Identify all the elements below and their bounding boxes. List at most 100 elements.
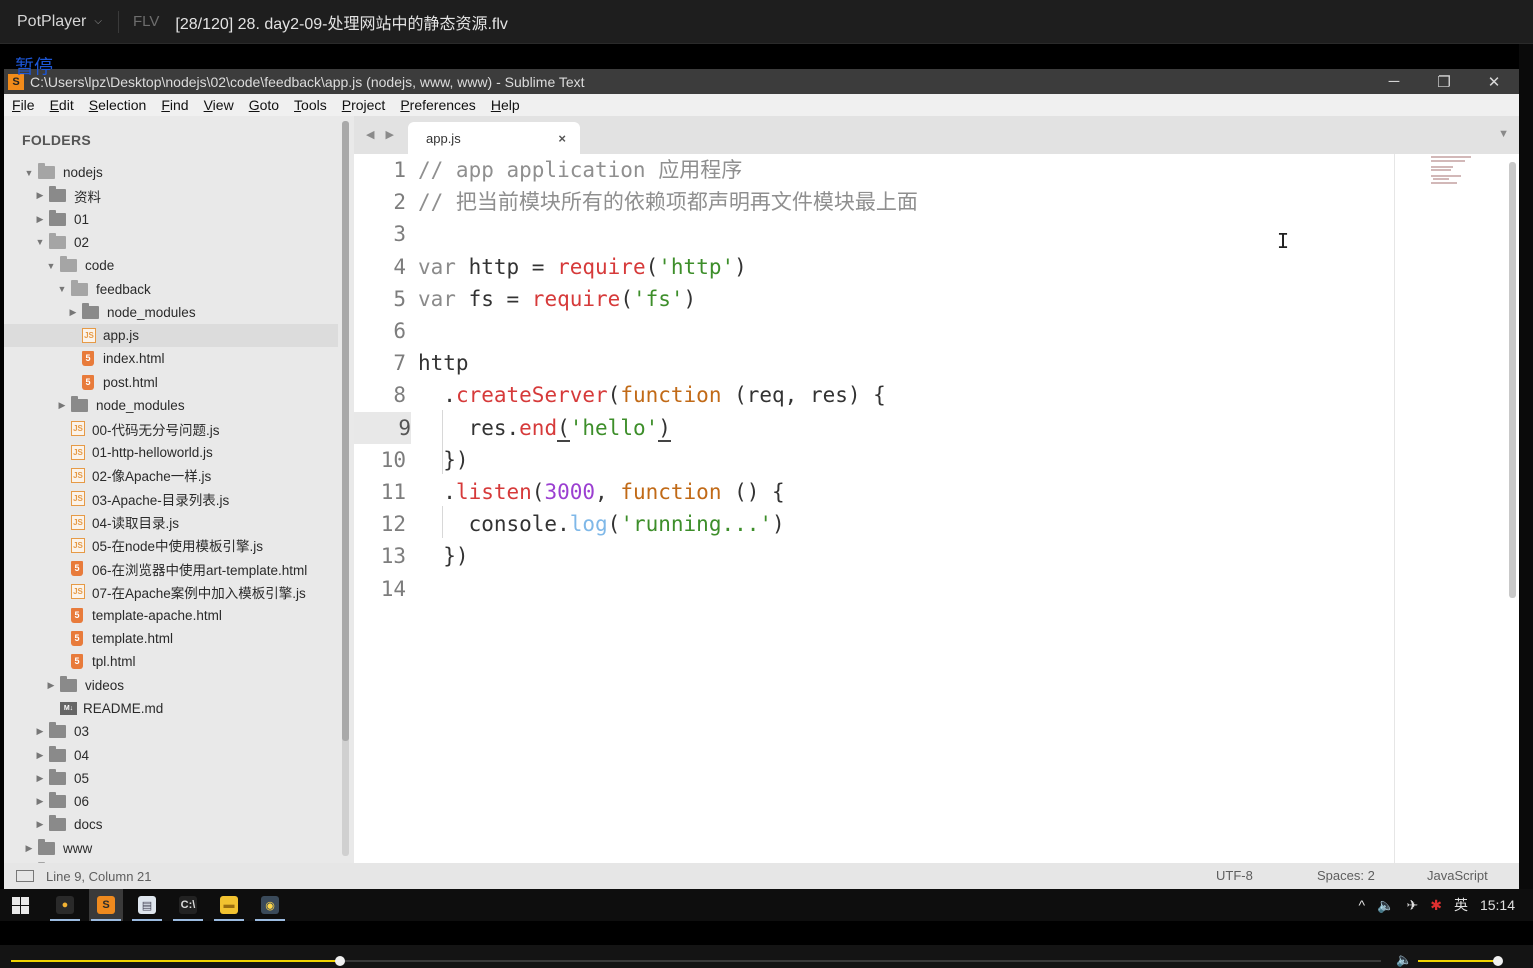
encoding-selector[interactable]: UTF-8 <box>1216 863 1253 889</box>
code-line[interactable]: res.end('hello') <box>418 412 671 444</box>
indentation-selector[interactable]: Spaces: 2 <box>1317 863 1375 889</box>
sidebar-file[interactable]: ▶506-在浏览器中使用art-template.html <box>4 557 338 580</box>
expand-down-icon[interactable]: ▼ <box>46 261 56 271</box>
sidebar-folder[interactable]: ▶ videos <box>4 674 338 697</box>
ime-indicator[interactable]: 英 <box>1454 895 1468 915</box>
sidebar-folder[interactable]: ▶ node_modules <box>4 394 338 417</box>
volume-icon[interactable]: 🔈 <box>1377 897 1394 914</box>
sidebar-folder[interactable]: ▼ nodejs <box>4 161 338 184</box>
sidebar-file[interactable]: ▶5template.html <box>4 627 338 650</box>
sidebar-folder[interactable]: ▶ 06 <box>4 790 338 813</box>
player-volume-icon[interactable]: 🔈 <box>1396 952 1412 968</box>
code-line[interactable]: http <box>418 347 469 379</box>
expand-right-icon[interactable]: ▶ <box>35 726 45 737</box>
sidebar-folder[interactable]: ▶ www <box>4 837 338 860</box>
sidebar-folder[interactable]: ▶ 04 <box>4 744 338 767</box>
sidebar-folder[interactable]: ▼ feedback <box>4 278 338 301</box>
sidebar-scrollbar[interactable] <box>342 121 349 856</box>
code-line[interactable]: console.log('running...') <box>418 508 785 540</box>
menu-item-file[interactable]: File <box>4 97 42 113</box>
seek-handle[interactable] <box>334 956 345 966</box>
editor-scrollbar[interactable] <box>1509 162 1516 598</box>
expand-right-icon[interactable]: ▶ <box>35 190 45 201</box>
minimize-button[interactable]: ─ <box>1369 69 1419 94</box>
sidebar-file[interactable]: ▶JS03-Apache-目录列表.js <box>4 487 338 510</box>
network-icon[interactable]: ✈ <box>1406 897 1418 914</box>
seek-bar[interactable] <box>11 956 1381 966</box>
minimap[interactable] <box>1429 154 1509 194</box>
sidebar-folder[interactable]: ▶ 03 <box>4 720 338 743</box>
menu-item-goto[interactable]: Goto <box>241 97 286 113</box>
expand-right-icon[interactable]: ▶ <box>35 796 45 807</box>
menu-item-edit[interactable]: Edit <box>42 97 81 113</box>
code-line[interactable]: .createServer(function (req, res) { <box>418 379 886 411</box>
tab-dropdown-icon[interactable]: ▼ <box>1498 128 1509 140</box>
code-line[interactable]: .listen(3000, function () { <box>418 476 784 508</box>
sidebar-file[interactable]: ▶JS07-在Apache案例中加入模板引擎.js <box>4 580 338 603</box>
taskbar-app-sublime[interactable]: S <box>89 889 123 921</box>
sidebar-file[interactable]: ▶JSapp.js <box>4 324 338 348</box>
sidebar-folder[interactable]: ▼ 02 <box>4 231 338 254</box>
menu-item-preferences[interactable]: Preferences <box>392 97 483 113</box>
sidebar-folder[interactable]: ▶ docs <box>4 813 338 836</box>
sidebar-folder[interactable]: ▶ node_modules <box>4 301 338 324</box>
tab-app-js[interactable]: app.js × <box>408 122 580 154</box>
sidebar-scroll-thumb[interactable] <box>342 121 349 741</box>
sidebar-folder[interactable]: ▶ 资料 <box>4 184 338 207</box>
taskbar-app-notepad[interactable]: ▤ <box>130 889 164 921</box>
sidebar-folder[interactable]: ▼ code <box>4 254 338 277</box>
sidebar-file[interactable]: ▶5tpl.html <box>4 650 338 673</box>
sidebar-file[interactable]: ▶5template-apache.html <box>4 604 338 627</box>
volume-slider[interactable] <box>1418 960 1502 962</box>
sidebar-file[interactable]: ▶JS01-http-helloworld.js <box>4 441 338 464</box>
start-button[interactable] <box>0 889 40 921</box>
menu-item-selection[interactable]: Selection <box>81 97 154 113</box>
code-line[interactable]: var fs = require('fs') <box>418 283 696 315</box>
close-button[interactable]: ✕ <box>1469 69 1519 94</box>
close-icon[interactable]: × <box>558 131 566 146</box>
code-line[interactable]: // 把当前模块所有的依赖项都声明再文件模块最上面 <box>418 186 918 218</box>
taskbar-app-potplayer[interactable]: ◉ <box>253 889 287 921</box>
panel-toggle-icon[interactable] <box>16 870 34 882</box>
sidebar-file[interactable]: ▶5index.html <box>4 347 338 370</box>
taskbar-app-chrome[interactable]: ● <box>48 889 82 921</box>
clock[interactable]: 15:14 <box>1480 897 1515 913</box>
menu-item-project[interactable]: Project <box>334 97 393 113</box>
player-menu-button[interactable]: PotPlayer ⌵ <box>0 13 112 31</box>
menu-item-help[interactable]: Help <box>483 97 527 113</box>
sidebar-file[interactable]: ▶JS04-读取目录.js <box>4 511 338 534</box>
syntax-selector[interactable]: JavaScript <box>1427 863 1488 889</box>
expand-right-icon[interactable]: ▶ <box>35 214 45 225</box>
code-line[interactable]: var http = require('http') <box>418 251 747 283</box>
menu-item-tools[interactable]: Tools <box>286 97 334 113</box>
tray-chevron-icon[interactable]: ^ <box>1358 897 1365 913</box>
expand-down-icon[interactable]: ▼ <box>35 237 45 247</box>
sidebar-file[interactable]: ▶JS02-像Apache一样.js <box>4 464 338 487</box>
code-line[interactable]: }) <box>418 444 468 476</box>
restore-button[interactable]: ❐ <box>1419 69 1469 94</box>
volume-handle[interactable] <box>1493 956 1503 966</box>
expand-right-icon[interactable]: ▶ <box>46 680 56 691</box>
code-line[interactable]: // app application 应用程序 <box>418 154 742 186</box>
expand-right-icon[interactable]: ▶ <box>57 400 67 411</box>
code-line[interactable]: }) <box>418 540 468 572</box>
expand-right-icon[interactable]: ▶ <box>35 750 45 761</box>
sidebar-folder[interactable]: ▶ 01 <box>4 208 338 231</box>
expand-right-icon[interactable]: ▶ <box>35 773 45 784</box>
tab-nav-arrows[interactable]: ◀ ▶ <box>366 128 398 141</box>
expand-down-icon[interactable]: ▼ <box>24 168 34 178</box>
code-editor[interactable]: 1 2 3 4 5 6 7 8 9 10 11 12 13 14 // app application 应… <box>354 154 1519 863</box>
sidebar-file[interactable]: ▶M↓README.md <box>4 697 338 720</box>
taskbar-app-cmd[interactable]: C:\ <box>171 889 205 921</box>
security-icon[interactable]: ✱ <box>1430 897 1442 914</box>
sidebar-file[interactable]: ▶JS05-在node中使用模板引擎.js <box>4 534 338 557</box>
expand-right-icon[interactable]: ▶ <box>24 843 34 854</box>
menu-item-find[interactable]: Find <box>153 97 195 113</box>
sidebar-folder[interactable]: ▶ 05 <box>4 767 338 790</box>
sidebar-file[interactable]: ▶JS00-代码无分号问题.js <box>4 417 338 440</box>
menu-item-view[interactable]: View <box>196 97 241 113</box>
expand-right-icon[interactable]: ▶ <box>68 307 78 318</box>
expand-down-icon[interactable]: ▼ <box>57 284 67 294</box>
taskbar-app-explorer[interactable]: ▬ <box>212 889 246 921</box>
expand-right-icon[interactable]: ▶ <box>35 819 45 830</box>
